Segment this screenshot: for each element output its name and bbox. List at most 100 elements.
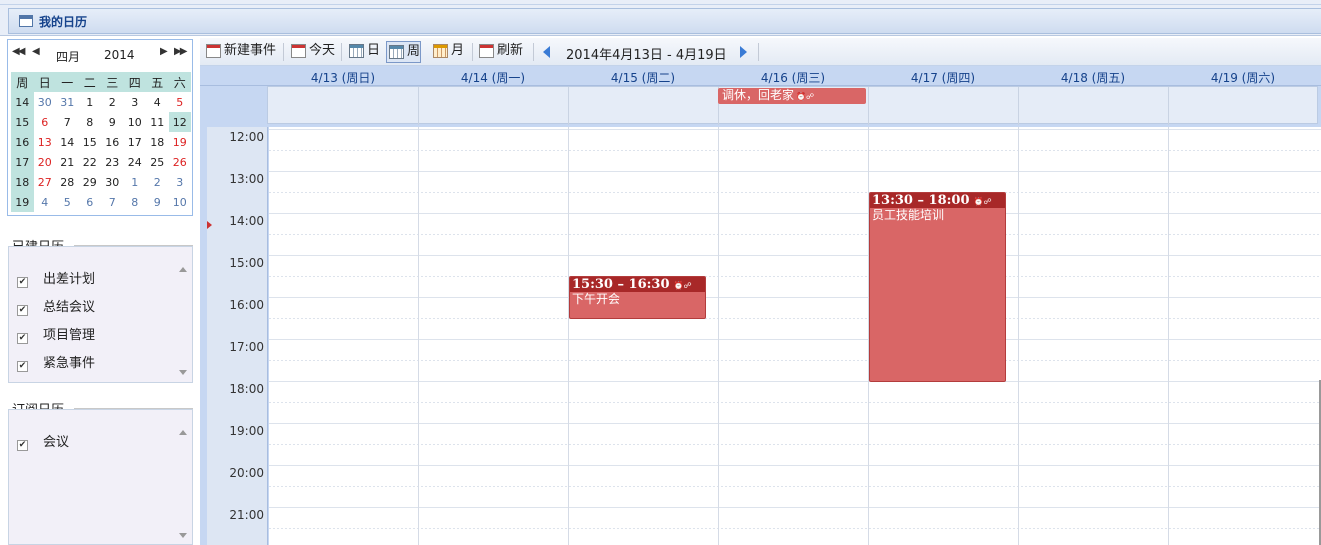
list-scrollbar[interactable] [177, 430, 189, 538]
day-cell[interactable]: 8 [124, 192, 147, 212]
day-cell[interactable]: 4 [146, 92, 169, 112]
all-day-divider [1168, 87, 1169, 125]
day-cell[interactable]: 12 [168, 112, 191, 132]
day-cell[interactable]: 2 [101, 92, 124, 112]
day-cell[interactable]: 7 [56, 112, 79, 132]
day-cell[interactable]: 15 [79, 132, 102, 152]
checkbox-icon[interactable]: ✔ [17, 305, 28, 316]
next-month-icon[interactable]: ▶ [160, 46, 168, 57]
day-cell[interactable]: 6 [34, 112, 57, 132]
day-cell[interactable]: 1 [124, 172, 147, 192]
day-cell[interactable]: 21 [56, 152, 79, 172]
mini-calendar-header: ◀◀ ◀ 四月 2014 ▶ ▶▶ [8, 40, 192, 70]
checkbox-icon[interactable]: ✔ [17, 361, 28, 372]
day-header[interactable]: 4/19 (周六) [1168, 69, 1318, 86]
hour-label: 18:00 [229, 382, 264, 396]
calendar-item[interactable]: ✔ 总结会议 [17, 296, 95, 316]
scroll-up-icon[interactable] [179, 430, 187, 435]
calendar-item[interactable]: ✔ 出差计划 [17, 268, 96, 288]
checkbox-icon[interactable]: ✔ [17, 277, 28, 288]
day-header[interactable]: 4/13 (周日) [268, 69, 418, 86]
day-header[interactable]: 4/17 (周四) [868, 69, 1018, 86]
today-button[interactable]: 今天 [289, 41, 335, 63]
day-cell[interactable]: 26 [169, 152, 192, 172]
day-cell[interactable]: 6 [79, 192, 102, 212]
list-scrollbar[interactable] [177, 267, 189, 375]
scroll-down-icon[interactable] [179, 370, 187, 375]
scroll-up-icon[interactable] [179, 267, 187, 272]
calendar-item-label: 出差计划 [43, 272, 96, 287]
event-block[interactable]: 15:30 – 16:30 ⏰☍ 下午开会 [569, 276, 706, 319]
day-header[interactable]: 4/16 (周三) [718, 69, 868, 86]
day-column-divider [418, 127, 419, 545]
day-cell[interactable]: 14 [56, 132, 79, 152]
day-cell[interactable]: 22 [79, 152, 102, 172]
day-cell[interactable]: 27 [34, 172, 57, 192]
all-day-divider [868, 87, 869, 125]
checkbox-icon[interactable]: ✔ [17, 440, 28, 451]
day-cell[interactable]: 9 [101, 112, 124, 132]
month-view-button[interactable]: 月 [431, 41, 464, 63]
day-cell[interactable]: 25 [146, 152, 169, 172]
day-header[interactable]: 4/15 (周二) [568, 69, 718, 86]
new-event-button[interactable]: 新建事件 [204, 41, 276, 63]
refresh-label: 刷新 [497, 43, 524, 58]
day-cell[interactable]: 19 [169, 132, 192, 152]
day-cell[interactable]: 18 [146, 132, 169, 152]
week-row: 15 6 7 8 9 10 11 12 [11, 112, 191, 132]
all-day-event[interactable]: 调休，回老家 ⏰☍ [718, 88, 866, 104]
day-cell[interactable]: 13 [34, 132, 57, 152]
calendar-item[interactable]: ✔ 项目管理 [17, 324, 95, 344]
new-event-label: 新建事件 [224, 43, 277, 58]
prev-year-icon[interactable]: ◀◀ [12, 46, 25, 57]
all-day-divider [568, 87, 569, 125]
week-view: 4/13 (周日) 4/14 (周一) 4/15 (周二) 4/16 (周三) … [200, 66, 1321, 545]
time-gutter [207, 127, 268, 545]
day-cell[interactable]: 10 [124, 112, 147, 132]
day-cell[interactable]: 30 [34, 92, 57, 112]
day-cell[interactable]: 3 [169, 172, 192, 192]
day-view-button[interactable]: 日 [347, 41, 380, 63]
day-cell[interactable]: 29 [79, 172, 102, 192]
event-header: 15:30 – 16:30 ⏰☍ [570, 277, 705, 292]
day-cell[interactable]: 2 [146, 172, 169, 192]
day-cell[interactable]: 5 [56, 192, 79, 212]
day-cell[interactable]: 7 [101, 192, 124, 212]
time-grid-cells[interactable] [269, 127, 1321, 545]
day-cell[interactable]: 4 [34, 192, 57, 212]
scroll-down-icon[interactable] [179, 533, 187, 538]
hour-line [269, 507, 1321, 508]
panel-title: 我的日历 [39, 15, 88, 29]
checkbox-icon[interactable]: ✔ [17, 333, 28, 344]
day-cell[interactable]: 20 [34, 152, 57, 172]
prev-month-icon[interactable]: ◀ [32, 46, 40, 57]
day-cell[interactable]: 24 [124, 152, 147, 172]
day-cell[interactable]: 28 [56, 172, 79, 192]
next-year-icon[interactable]: ▶▶ [174, 46, 187, 57]
prev-week-icon[interactable] [543, 46, 550, 58]
week-view-button[interactable]: 周 [386, 41, 422, 63]
week-number: 18 [11, 172, 34, 192]
day-cell[interactable]: 17 [124, 132, 147, 152]
day-cell[interactable]: 30 [101, 172, 124, 192]
calendar-item[interactable]: ✔ 紧急事件 [17, 352, 95, 372]
day-header[interactable]: 4/14 (周一) [418, 69, 568, 86]
next-week-icon[interactable] [740, 46, 747, 58]
day-cell[interactable]: 11 [146, 112, 169, 132]
day-cell[interactable]: 31 [56, 92, 79, 112]
day-cell[interactable]: 10 [169, 192, 192, 212]
day-cell[interactable]: 1 [79, 92, 102, 112]
calendar-icon [19, 15, 33, 27]
day-header[interactable]: 4/18 (周五) [1018, 69, 1168, 86]
event-block[interactable]: 13:30 – 18:00 ⏰☍ 员工技能培训 [869, 192, 1006, 382]
weekday-header: 日 [33, 72, 56, 92]
day-cell[interactable]: 16 [101, 132, 124, 152]
date-range-label: 2014年4月13日 - 4月19日 [566, 48, 727, 63]
refresh-button[interactable]: 刷新 [477, 41, 523, 63]
day-cell[interactable]: 23 [101, 152, 124, 172]
calendar-item[interactable]: ✔ 会议 [17, 431, 69, 451]
day-cell[interactable]: 8 [79, 112, 102, 132]
day-cell[interactable]: 3 [124, 92, 147, 112]
day-cell[interactable]: 9 [146, 192, 169, 212]
day-cell[interactable]: 5 [169, 92, 192, 112]
